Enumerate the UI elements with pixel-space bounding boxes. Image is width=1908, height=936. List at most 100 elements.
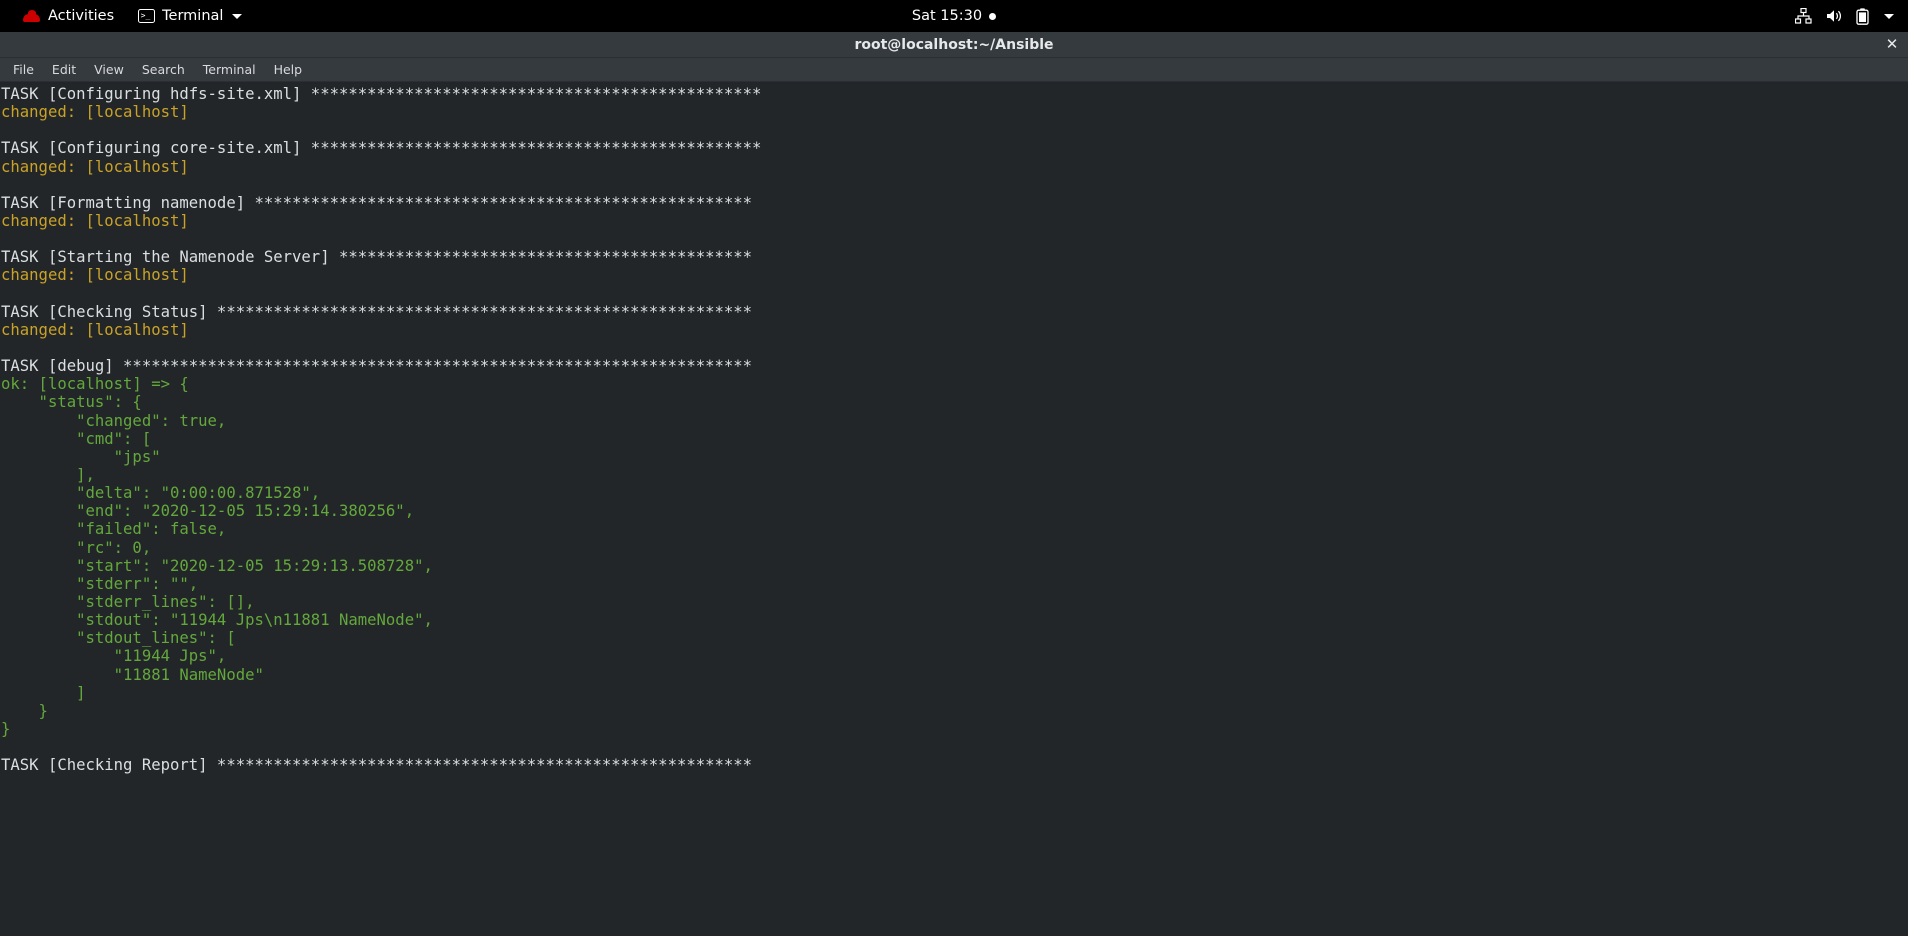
network-wired-icon — [1795, 8, 1812, 24]
terminal-line: changed: [localhost] — [1, 212, 1908, 230]
terminal-text-segment: TASK [Starting the Namenode Server] ****… — [1, 248, 753, 267]
menu-item-terminal[interactable]: Terminal — [194, 59, 265, 80]
terminal-text-segment: "start": "2020-12-05 15:29:13.508728", — [1, 556, 433, 575]
terminal-line: "stdout_lines": [ — [1, 629, 1908, 647]
window-title: root@localhost:~/Ansible — [854, 36, 1054, 53]
terminal-line: changed: [localhost] — [1, 321, 1908, 339]
terminal-text-segment: "end": "2020-12-05 15:29:14.380256", — [1, 502, 415, 521]
close-icon[interactable]: ✕ — [1882, 35, 1902, 55]
terminal-line: ] — [1, 684, 1908, 702]
terminal-output: TASK [Configuring hdfs-site.xml] *******… — [0, 85, 1908, 774]
app-menu-label: Terminal — [162, 8, 224, 24]
terminal-line: ], — [1, 466, 1908, 484]
notification-dot-icon — [989, 12, 997, 20]
terminal-text-segment: "stderr": "", — [1, 574, 199, 593]
gnome-top-bar: Activities >_ Terminal Sat 15:30 — [0, 0, 1908, 32]
terminal-text-segment: changed: [localhost] — [1, 157, 189, 176]
terminal-line: TASK [Checking Report] *****************… — [1, 756, 1908, 774]
terminal-text-segment: "changed": true, — [1, 411, 227, 430]
terminal-line: TASK [debug] ***************************… — [1, 357, 1908, 375]
terminal-window: root@localhost:~/Ansible ✕ File Edit Vie… — [0, 32, 1908, 936]
terminal-viewport[interactable]: TASK [Configuring hdfs-site.xml] *******… — [0, 82, 1908, 936]
terminal-line: "end": "2020-12-05 15:29:14.380256", — [1, 502, 1908, 520]
menu-item-file[interactable]: File — [4, 59, 43, 80]
menu-item-search[interactable]: Search — [133, 59, 194, 80]
terminal-text-segment: TASK [Checking Status] *****************… — [1, 302, 753, 321]
terminal-line: changed: [localhost] — [1, 158, 1908, 176]
terminal-line: } — [1, 720, 1908, 738]
terminal-line: "stdout": "11944 Jps\n11881 NameNode", — [1, 611, 1908, 629]
terminal-line: "start": "2020-12-05 15:29:13.508728", — [1, 557, 1908, 575]
terminal-text-segment: TASK [debug] ***************************… — [1, 357, 753, 376]
menu-item-edit[interactable]: Edit — [43, 59, 85, 80]
activities-label: Activities — [48, 8, 115, 24]
terminal-text-segment: "delta": "0:00:00.871528", — [1, 484, 321, 503]
terminal-line: "delta": "0:00:00.871528", — [1, 484, 1908, 502]
terminal-text-segment: ], — [1, 465, 95, 484]
terminal-line: TASK [Configuring core-site.xml] *******… — [1, 139, 1908, 157]
terminal-text-segment: changed: [localhost] — [1, 211, 189, 230]
chevron-down-icon — [1884, 13, 1894, 19]
terminal-text-segment: TASK [Configuring core-site.xml] *******… — [1, 139, 762, 158]
activities-button[interactable]: Activities — [10, 0, 126, 32]
menu-item-view[interactable]: View — [85, 59, 133, 80]
terminal-text-segment: "jps" — [1, 447, 161, 466]
terminal-line — [1, 738, 1908, 756]
terminal-icon: >_ — [138, 9, 156, 23]
terminal-text-segment: TASK [Formatting namenode] *************… — [1, 193, 753, 212]
clock-label: Sat 15:30 — [911, 8, 983, 24]
terminal-text-segment: "stdout_lines": [ — [1, 629, 236, 648]
terminal-line — [1, 230, 1908, 248]
terminal-line: ok: [localhost] => { — [1, 375, 1908, 393]
terminal-line: "stderr": "", — [1, 575, 1908, 593]
terminal-line: "status": { — [1, 393, 1908, 411]
terminal-line: "cmd": [ — [1, 430, 1908, 448]
terminal-line: TASK [Formatting namenode] *************… — [1, 194, 1908, 212]
top-bar-center-group: Sat 15:30 — [0, 0, 1908, 32]
terminal-line: changed: [localhost] — [1, 103, 1908, 121]
terminal-line — [1, 285, 1908, 303]
terminal-text-segment: "stderr_lines": [], — [1, 592, 255, 611]
terminal-text-segment: "cmd": [ — [1, 429, 152, 448]
terminal-line — [1, 176, 1908, 194]
terminal-line: "rc": 0, — [1, 539, 1908, 557]
terminal-line: "stderr_lines": [], — [1, 593, 1908, 611]
terminal-text-segment: changed: [localhost] — [1, 320, 189, 339]
terminal-line: TASK [Starting the Namenode Server] ****… — [1, 248, 1908, 266]
terminal-text-segment: "status": { — [1, 393, 142, 412]
window-titlebar: root@localhost:~/Ansible ✕ — [0, 32, 1908, 58]
menu-item-help[interactable]: Help — [265, 59, 312, 80]
chevron-down-icon — [232, 13, 243, 19]
terminal-line: "failed": false, — [1, 520, 1908, 538]
terminal-text-segment: changed: [localhost] — [1, 103, 189, 122]
redhat-logo-icon — [22, 9, 41, 24]
system-status-menu[interactable] — [1789, 0, 1900, 32]
terminal-line: "11881 NameNode" — [1, 666, 1908, 684]
terminal-text-segment: "failed": false, — [1, 520, 227, 539]
app-menu-terminal[interactable]: >_ Terminal — [126, 0, 254, 32]
menu-bar: File Edit View Search Terminal Help — [0, 58, 1908, 82]
top-bar-left-group: Activities >_ Terminal — [0, 0, 254, 32]
terminal-text-segment: "11881 NameNode" — [1, 665, 264, 684]
terminal-text-segment: TASK [Configuring hdfs-site.xml] *******… — [1, 85, 762, 103]
terminal-line: TASK [Configuring hdfs-site.xml] *******… — [1, 85, 1908, 103]
terminal-line: "11944 Jps", — [1, 647, 1908, 665]
terminal-line: TASK [Checking Status] *****************… — [1, 303, 1908, 321]
terminal-text-segment: ] — [1, 683, 86, 702]
terminal-line: "jps" — [1, 448, 1908, 466]
terminal-text-segment: changed: [localhost] — [1, 266, 189, 285]
battery-icon — [1856, 7, 1869, 25]
terminal-text-segment: "rc": 0, — [1, 538, 152, 557]
terminal-text-segment: } — [1, 719, 11, 738]
terminal-line: } — [1, 702, 1908, 720]
terminal-text-segment: ok: [localhost] => { — [1, 375, 189, 394]
clock-button[interactable]: Sat 15:30 — [902, 0, 1006, 32]
terminal-text-segment: TASK [Checking Report] *****************… — [1, 756, 753, 775]
terminal-line — [1, 121, 1908, 139]
terminal-text-segment: "11944 Jps", — [1, 647, 227, 666]
